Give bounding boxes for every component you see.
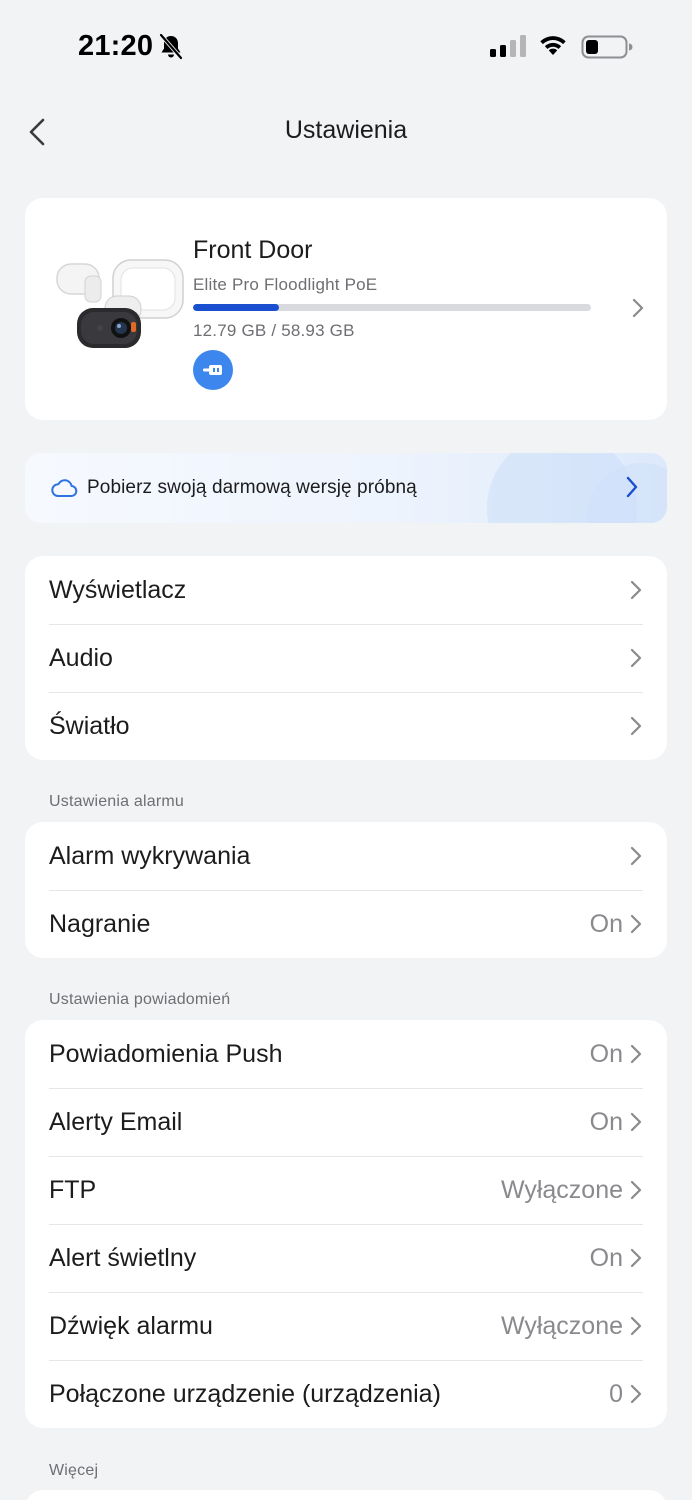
chevron-right-icon [630,1384,642,1404]
chevron-right-icon [630,1180,642,1200]
status-bar: 21:20 [0,0,692,94]
row-label: Nagranie [49,909,151,938]
row-label: Dźwięk alarmu [49,1311,213,1340]
general-settings-list: Wyświetlacz Audio Światło [25,556,667,760]
alarm-settings-list: Alarm wykrywania Nagranie On [25,822,667,958]
section-header-notifications: Ustawienia powiadomień [49,991,231,1008]
section-header-more: Więcej [49,1462,99,1479]
storage-usage: 12.79 GB / 58.93 GB [193,321,355,340]
storage-progress-fill [193,304,280,311]
row-value: On [589,909,623,938]
battery-icon [581,35,633,64]
settings-row-display[interactable]: Wyświetlacz [25,556,667,624]
settings-row-light-alert[interactable]: Alert świetlny On [25,1224,667,1292]
more-settings-list [25,1490,667,1500]
row-value: On [589,1039,623,1068]
row-value: On [589,1243,623,1272]
chevron-right-icon [630,914,642,934]
row-label: Audio [49,643,113,672]
chevron-right-icon [630,1248,642,1268]
status-time: 21:20 [78,30,154,62]
settings-row-alarm-sound[interactable]: Dźwięk alarmu Wyłączone [25,1292,667,1360]
settings-row-push-notifications[interactable]: Powiadomienia Push On [25,1020,667,1088]
free-trial-text: Pobierz swoją darmową wersję próbną [87,477,417,498]
row-value: Wyłączone [500,1311,623,1340]
page-title: Ustawienia [284,116,408,144]
row-label: FTP [49,1175,97,1204]
settings-row-audio[interactable]: Audio [25,624,667,692]
device-model: Elite Pro Floodlight PoE [193,275,378,294]
cloud-icon [51,479,78,497]
cellular-signal-icon [490,35,526,57]
settings-row-light[interactable]: Światło [25,692,667,760]
camera-image [55,256,185,356]
row-label: Wyświetlacz [49,575,187,604]
chevron-right-icon [626,476,638,498]
row-label: Alerty Email [49,1107,183,1136]
bell-muted-icon [158,33,184,66]
chevron-right-icon [630,1316,642,1336]
row-value: Wyłączone [500,1175,623,1204]
row-label: Światło [49,711,130,740]
navigation-bar: Ustawienia [0,94,692,168]
settings-row-detection-alarm[interactable]: Alarm wykrywania [25,822,667,890]
free-trial-banner[interactable]: Pobierz swoją darmową wersję próbną [25,453,667,523]
device-card[interactable]: Front Door Elite Pro Floodlight PoE 12.7… [25,198,667,420]
row-value: On [589,1107,623,1136]
section-header-alarm: Ustawienia alarmu [49,793,185,810]
row-label: Alarm wykrywania [49,841,251,870]
notification-settings-list: Powiadomienia Push On Alerty Email On FT… [25,1020,667,1428]
device-name: Front Door [193,236,313,264]
storage-progress-bar [193,304,591,311]
chevron-right-icon [630,580,642,600]
row-label: Powiadomienia Push [49,1039,283,1068]
chevron-right-icon [630,1112,642,1132]
chevron-right-icon [630,1044,642,1064]
settings-row-email-alerts[interactable]: Alerty Email On [25,1088,667,1156]
ethernet-cable-icon [203,365,222,375]
chevron-right-icon [630,716,642,736]
settings-row-ftp[interactable]: FTP Wyłączone [25,1156,667,1224]
settings-row-recording[interactable]: Nagranie On [25,890,667,958]
settings-row-linked-devices[interactable]: Połączone urządzenie (urządzenia) 0 [25,1360,667,1428]
chevron-right-icon [630,648,642,668]
chevron-right-icon [632,298,644,318]
ethernet-connection-badge [193,350,233,390]
wifi-icon [537,33,569,62]
row-label: Alert świetlny [49,1243,197,1272]
row-label: Połączone urządzenie (urządzenia) [49,1379,441,1408]
chevron-right-icon [630,846,642,866]
row-value: 0 [609,1379,623,1408]
